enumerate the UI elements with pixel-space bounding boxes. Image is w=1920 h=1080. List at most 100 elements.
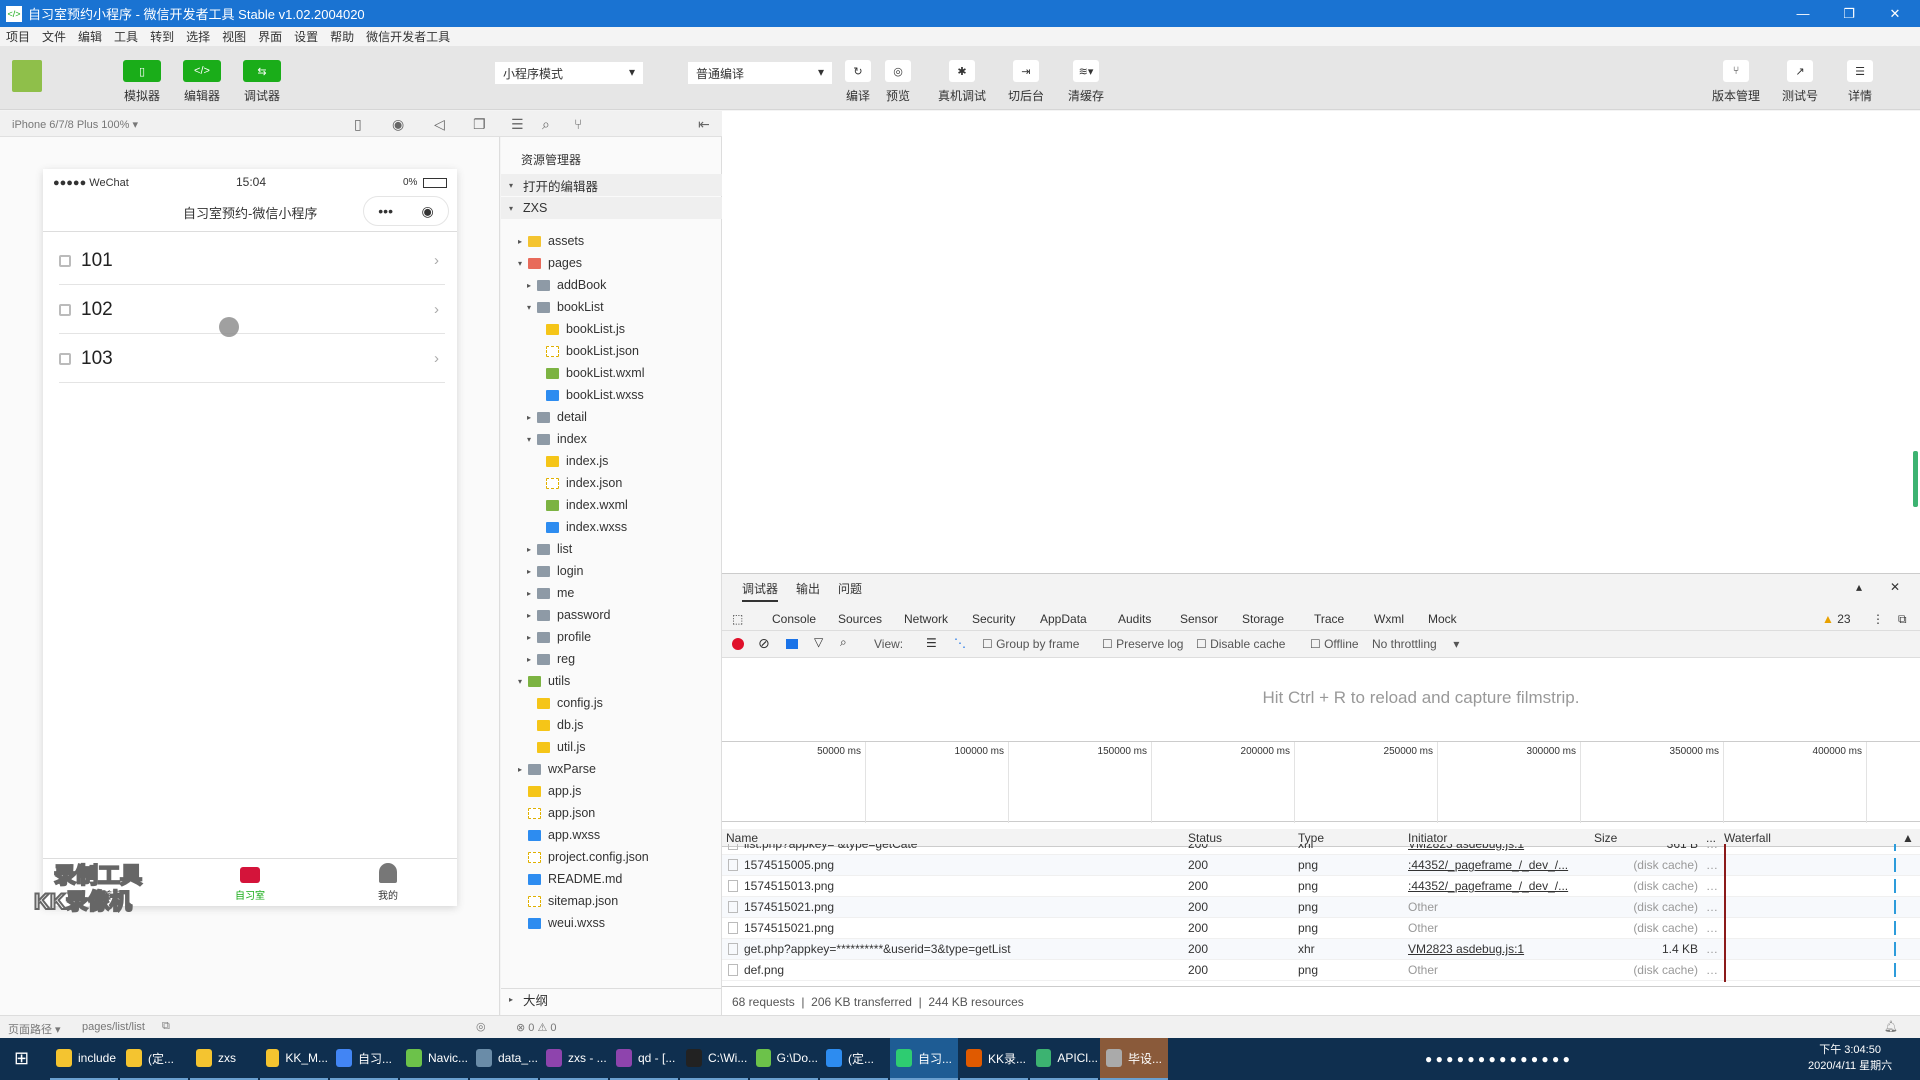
taskbar-app[interactable]: Navic... <box>400 1038 468 1080</box>
open-editors-section[interactable]: ▾ 打开的编辑器 <box>501 174 722 196</box>
list-icon[interactable]: ☰ <box>511 116 524 133</box>
taskbar-app[interactable]: 自习... <box>330 1038 398 1080</box>
tree-file[interactable]: index.wxss <box>501 516 722 538</box>
panel-tab-sensor[interactable]: Sensor <box>1180 612 1218 626</box>
waterfall-view-icon[interactable]: ⋱ <box>954 636 966 650</box>
taskbar-app[interactable]: zxs <box>190 1038 258 1080</box>
taskbar-app[interactable]: (定... <box>120 1038 188 1080</box>
minimize-button[interactable]: — <box>1780 0 1826 27</box>
menu-item[interactable]: 转到 <box>150 28 174 45</box>
preview-button[interactable]: ◎ 预览 <box>868 60 928 104</box>
taskbar-app[interactable]: G:\Do... <box>750 1038 818 1080</box>
taskbar-app[interactable]: C:\Wi... <box>680 1038 748 1080</box>
bell-icon[interactable]: 🔔︎ <box>1884 1020 1898 1033</box>
tree-folder[interactable]: ▾ utils <box>501 670 722 692</box>
undock-icon[interactable]: ⧉ <box>1898 612 1907 627</box>
menu-item[interactable]: 文件 <box>42 28 66 45</box>
git-icon[interactable]: ⑂ <box>574 116 582 132</box>
inspect-icon[interactable]: ⬚ <box>732 612 743 626</box>
tree-folder[interactable]: ▸ me <box>501 582 722 604</box>
compile-mode-select[interactable]: 普通编译 ▾ <box>688 62 832 84</box>
panel-tab-wxml[interactable]: Wxml <box>1374 612 1404 626</box>
network-row[interactable]: 1574515005.png 200 png:44352/_pageframe_/_… <box>722 855 1920 876</box>
tree-folder[interactable]: ▸ detail <box>501 406 722 428</box>
tree-file[interactable]: app.js <box>501 780 722 802</box>
timeline-overview[interactable]: 50000 ms 100000 ms 150000 ms 200000 ms 25000… <box>722 741 1920 823</box>
col-time[interactable]: ... <box>1706 831 1716 845</box>
window-icon[interactable]: ❐ <box>473 116 486 133</box>
room-item[interactable]: 101 › <box>59 237 445 285</box>
panel-tab-storage[interactable]: Storage <box>1242 612 1284 626</box>
tree-file[interactable]: README.md <box>501 868 722 890</box>
tree-folder[interactable]: ▸ login <box>501 560 722 582</box>
tree-file[interactable]: app.json <box>501 802 722 824</box>
warning-badge[interactable]: ▲ 23 <box>1822 612 1851 626</box>
col-initiator[interactable]: Initiator <box>1408 831 1447 845</box>
tree-file[interactable]: util.js <box>501 736 722 758</box>
tree-file[interactable]: bookList.json <box>501 340 722 362</box>
network-row[interactable]: get.php?appkey=**********&userid=3&type=… <box>722 939 1920 960</box>
tree-file[interactable]: index.wxml <box>501 494 722 516</box>
panel-tab-security[interactable]: Security <box>972 612 1015 626</box>
volume-icon[interactable]: ◁ <box>434 116 445 133</box>
filter-icon[interactable]: ▽ <box>814 635 823 649</box>
taskbar-app[interactable]: KK_M... <box>260 1038 328 1080</box>
background-button[interactable]: ⇥ 切后台 <box>996 60 1056 104</box>
tree-file[interactable]: app.wxss <box>501 824 722 846</box>
menu-item[interactable]: 视图 <box>222 28 246 45</box>
panel-tab-appdata[interactable]: AppData <box>1040 612 1087 626</box>
device-select[interactable]: iPhone 6/7/8 Plus 100% ▾ <box>12 118 138 131</box>
menu-item[interactable]: 设置 <box>294 28 318 45</box>
tree-folder[interactable]: ▸ addBook <box>501 274 722 296</box>
preserve-log-checkbox[interactable]: ☐ Preserve log <box>1102 637 1183 651</box>
col-waterfall[interactable]: Waterfall <box>1724 831 1771 845</box>
tree-file[interactable]: db.js <box>501 714 722 736</box>
network-row[interactable]: list.php?appkey= &type=getCate 200 xhr VM28… <box>722 844 1920 855</box>
tree-folder[interactable]: ▸ assets <box>501 230 722 252</box>
panel-tab-audits[interactable]: Audits <box>1118 612 1151 626</box>
tab-debugger[interactable]: 调试器 <box>742 580 779 602</box>
col-type[interactable]: Type <box>1298 831 1324 845</box>
taskbar-app[interactable]: (定... <box>820 1038 888 1080</box>
network-row[interactable]: 1574515021.png 200 png Other (disk cache)… <box>722 897 1920 918</box>
editor-button[interactable]: </> 编辑器 <box>172 60 232 104</box>
tree-file[interactable]: weui.wxss <box>501 912 722 934</box>
page-path-select[interactable]: 页面路径 ▾ <box>8 1021 61 1037</box>
system-tray[interactable]: ● ● ● ● ● ● ● ● ● ● ● ● ● ● <box>1425 1038 1770 1080</box>
disable-cache-checkbox[interactable]: ☐ Disable cache <box>1196 637 1285 651</box>
clear-icon[interactable]: ⊘ <box>758 635 770 652</box>
tree-folder[interactable]: ▸ wxParse <box>501 758 722 780</box>
tree-file[interactable]: sitemap.json <box>501 890 722 912</box>
panel-tab-network[interactable]: Network <box>904 612 949 633</box>
panel-tab-console[interactable]: Console <box>772 612 816 626</box>
error-count[interactable]: ⊗ 0 ⚠ 0 <box>516 1021 556 1034</box>
remote-debug-button[interactable]: ✱ 真机调试 <box>932 60 992 104</box>
tree-folder[interactable]: ▸ password <box>501 604 722 626</box>
phone-icon[interactable]: ▯ <box>354 116 362 133</box>
tree-file[interactable]: bookList.wxss <box>501 384 722 406</box>
tree-folder[interactable]: ▾ pages <box>501 252 722 274</box>
close-button[interactable]: ✕ <box>1872 0 1918 27</box>
record-button[interactable] <box>732 638 744 650</box>
tree-folder[interactable]: ▾ index <box>501 428 722 450</box>
maximize-button[interactable]: ❐ <box>1826 0 1872 27</box>
tab-problems[interactable]: 问题 <box>838 580 862 597</box>
list-view-icon[interactable]: ☰ <box>926 636 937 650</box>
tree-file[interactable]: index.json <box>501 472 722 494</box>
taskbar-app[interactable]: 自习... <box>890 1038 958 1080</box>
room-item[interactable]: 102 › <box>59 286 445 334</box>
copy-icon[interactable]: ⧉ <box>162 1020 170 1033</box>
search-icon[interactable]: ⌕ <box>542 116 550 133</box>
tree-folder[interactable]: ▸ list <box>501 538 722 560</box>
taskbar-app[interactable]: 毕设... <box>1100 1038 1168 1080</box>
menu-item[interactable]: 微信开发者工具 <box>366 28 450 45</box>
test-id-button[interactable]: ↗ 测试号 <box>1770 60 1830 104</box>
eye-icon[interactable]: ◎ <box>476 1020 486 1033</box>
tree-folder[interactable]: ▸ profile <box>501 626 722 648</box>
menu-item[interactable]: 帮助 <box>330 28 354 45</box>
tree-folder[interactable]: ▾ bookList <box>501 296 722 318</box>
menu-item[interactable]: 工具 <box>114 28 138 45</box>
menu-item[interactable]: 项目 <box>6 28 30 45</box>
tab-study-room[interactable]: 自习室 <box>181 859 319 906</box>
taskbar-app[interactable]: include <box>50 1038 118 1080</box>
